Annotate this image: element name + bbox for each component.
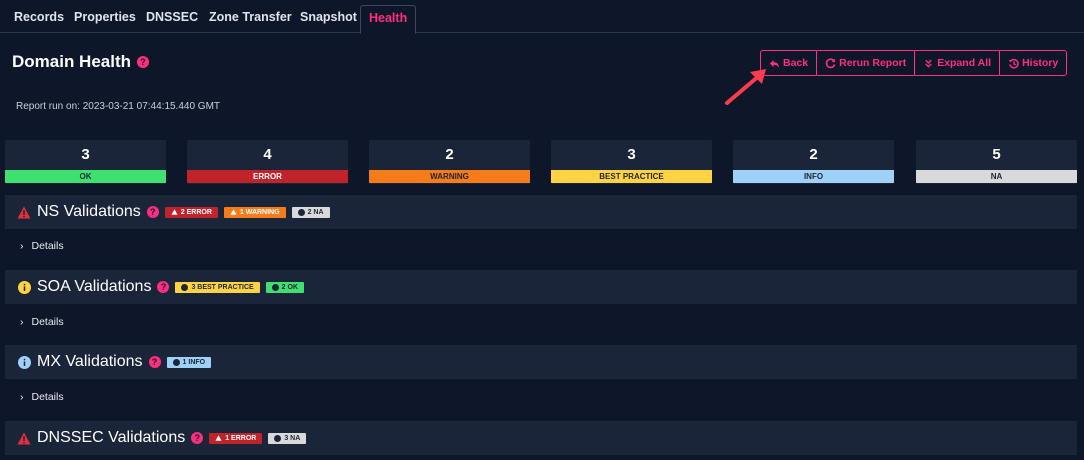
back-button-label: Back: [783, 57, 809, 69]
history-button[interactable]: History: [1000, 51, 1066, 75]
section-ns-validations[interactable]: NS Validations ? 2 ERROR 1 WARNING 2 NA: [5, 195, 1077, 229]
summary-best-practice: 3 BEST PRACTICE: [551, 140, 712, 184]
section-title: SOA Validations: [37, 278, 152, 295]
summary-label: ERROR: [187, 170, 348, 183]
check-circle-icon: [271, 283, 279, 291]
summary-label: OK: [5, 170, 166, 183]
summary-warning: 2 WARNING: [369, 140, 530, 184]
chevron-right-icon: ›: [20, 316, 24, 328]
na-badge: 3 NA: [268, 432, 307, 444]
info-badge: 1 INFO: [166, 356, 212, 368]
info-circle-icon: [172, 358, 180, 366]
badge-label: 3 BEST PRACTICE: [191, 283, 254, 291]
warning-triangle-icon: [230, 209, 237, 215]
section-mx-validations[interactable]: MX Validations ? 1 INFO: [5, 345, 1077, 379]
ok-badge: 2 OK: [265, 281, 305, 293]
rerun-report-button[interactable]: Rerun Report: [817, 51, 916, 75]
summary-info: 2 INFO: [733, 140, 894, 184]
history-icon: [1008, 58, 1019, 68]
best-practice-badge: 3 BEST PRACTICE: [175, 281, 260, 293]
details-toggle[interactable]: › Details: [20, 240, 64, 252]
tab-records[interactable]: Records: [6, 5, 72, 33]
summary-count: 5: [992, 146, 1001, 163]
summary-error: 4 ERROR: [187, 140, 348, 184]
warning-triangle-icon: [17, 431, 31, 445]
details-label: Details: [31, 391, 64, 403]
summary-label: NA: [916, 170, 1077, 183]
warning-triangle-icon: [171, 209, 178, 215]
na-badge: 2 NA: [291, 206, 330, 218]
tab-dnssec[interactable]: DNSSEC: [138, 5, 206, 33]
badge-label: 1 INFO: [182, 358, 206, 366]
summary-label: BEST PRACTICE: [551, 170, 712, 183]
summary-count: 4: [263, 146, 272, 163]
tab-properties[interactable]: Properties: [66, 5, 144, 33]
history-label: History: [1022, 57, 1059, 69]
help-icon[interactable]: ?: [157, 281, 170, 293]
annotation-arrow-icon: [725, 69, 766, 105]
summary-count: 3: [627, 146, 636, 163]
info-circle-icon: [181, 283, 189, 291]
report-run-timestamp: Report run on: 2023-03-21 07:44:15.440 G…: [16, 101, 221, 112]
badge-label: 3 NA: [284, 434, 301, 442]
summary-na: 5 NA: [916, 140, 1077, 184]
tab-zone-transfer[interactable]: Zone Transfer: [201, 5, 300, 33]
warning-triangle-icon: [17, 205, 31, 219]
question-circle-icon: [274, 434, 282, 442]
page-title: Domain Health ?: [12, 52, 150, 72]
double-chevron-down-icon: [925, 59, 932, 68]
section-title: DNSSEC Validations: [37, 429, 186, 446]
info-circle-yellow-icon: [17, 280, 31, 294]
badge-label: 2 OK: [281, 283, 299, 291]
chevron-right-icon: ›: [20, 240, 24, 252]
help-icon[interactable]: ?: [146, 206, 159, 218]
help-icon[interactable]: ?: [137, 56, 150, 68]
tab-snapshot[interactable]: Snapshot: [292, 5, 365, 33]
badge-label: 1 ERROR: [225, 434, 257, 442]
error-badge: 2 ERROR: [164, 206, 218, 218]
section-soa-validations[interactable]: SOA Validations ? 3 BEST PRACTICE 2 OK: [5, 270, 1077, 304]
warning-triangle-icon: [215, 435, 222, 441]
details-label: Details: [31, 316, 64, 328]
details-toggle[interactable]: › Details: [20, 316, 64, 328]
section-dnssec-validations[interactable]: DNSSEC Validations ? 1 ERROR 3 NA: [5, 421, 1077, 455]
question-circle-icon: [297, 208, 305, 216]
page-title-text: Domain Health: [12, 52, 132, 71]
report-toolbar: Back Rerun Report Expand All History: [760, 50, 1068, 76]
details-toggle[interactable]: › Details: [20, 391, 64, 403]
tab-bar: Records Properties DNSSEC Zone Transfer …: [0, 0, 1084, 34]
summary-count: 2: [445, 146, 454, 163]
badge-label: 1 WARNING: [239, 208, 280, 216]
error-badge: 1 ERROR: [209, 432, 263, 444]
summary-count: 3: [81, 146, 90, 163]
chevron-right-icon: ›: [20, 391, 24, 403]
expand-all-button[interactable]: Expand All: [915, 51, 1001, 75]
details-label: Details: [31, 240, 64, 252]
summary-label: INFO: [733, 170, 894, 183]
tab-health[interactable]: Health: [360, 5, 417, 34]
help-icon[interactable]: ?: [148, 356, 161, 368]
expand-all-label: Expand All: [937, 57, 992, 69]
summary-ok: 3 OK: [5, 140, 166, 184]
badge-label: 2 NA: [307, 208, 324, 216]
refresh-icon: [825, 57, 836, 68]
rerun-report-label: Rerun Report: [839, 57, 907, 69]
summary-count: 2: [809, 146, 818, 163]
section-title: NS Validations: [37, 203, 141, 220]
help-icon[interactable]: ?: [191, 432, 204, 444]
badge-label: 2 ERROR: [180, 208, 212, 216]
section-title: MX Validations: [37, 353, 143, 370]
warning-badge: 1 WARNING: [223, 206, 286, 218]
info-circle-blue-icon: [17, 355, 31, 369]
summary-label: WARNING: [369, 170, 530, 183]
